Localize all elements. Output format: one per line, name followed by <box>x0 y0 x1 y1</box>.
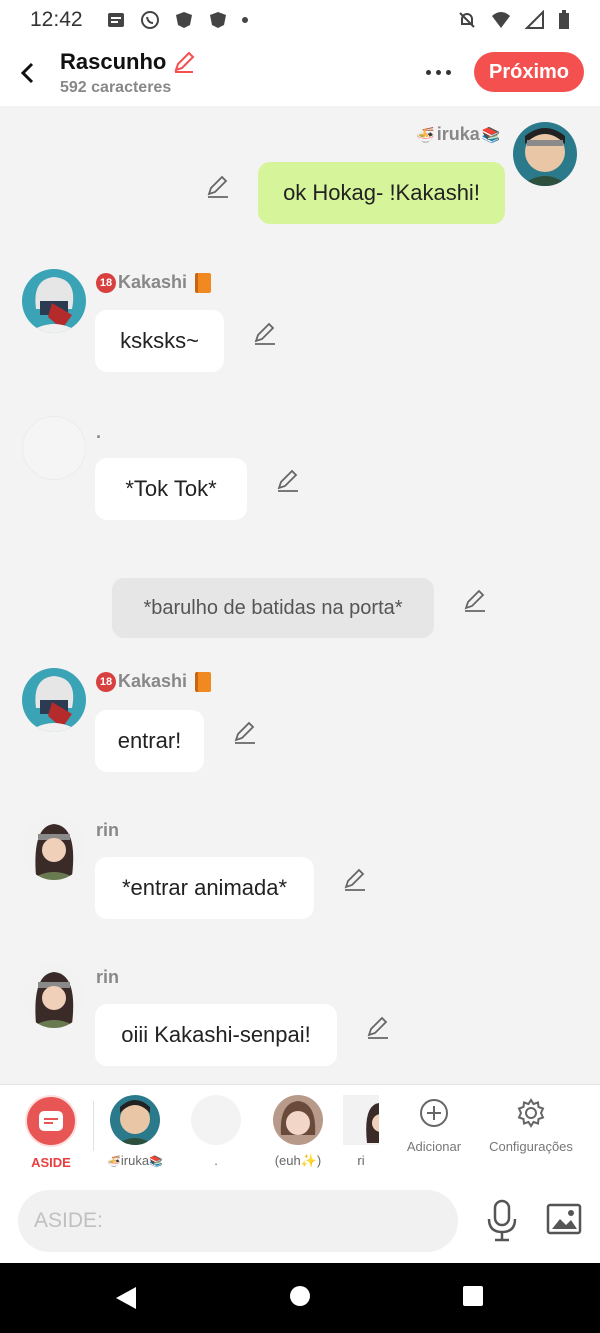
status-bar: 12:42 <box>0 0 600 40</box>
books-emoji-icon: 📚 <box>149 1156 163 1168</box>
sender-name: . <box>96 422 102 442</box>
orange-book-icon <box>195 671 212 692</box>
divider <box>93 1101 94 1151</box>
sender-name: 18 Kakashi <box>96 272 212 293</box>
status-time: 12:42 <box>30 8 83 31</box>
wifi-icon <box>492 12 510 28</box>
settings-label: Configurações <box>489 1139 573 1154</box>
edit-message-icon[interactable] <box>275 468 301 494</box>
whatsapp-icon <box>140 11 159 29</box>
character-count: 592 caracteres <box>60 79 172 96</box>
character-dot[interactable]: . <box>183 1095 249 1168</box>
add-label: Adicionar <box>406 1139 462 1154</box>
avatar-iruka[interactable] <box>513 122 577 186</box>
next-button[interactable]: Próximo <box>474 52 584 92</box>
avatar-blank[interactable] <box>22 416 86 480</box>
dot-icon <box>241 17 248 23</box>
narration-bubble[interactable]: *barulho de batidas na porta* <box>112 578 434 638</box>
sender-name: rin <box>96 967 120 987</box>
ramen-emoji-icon: 🍜 <box>416 126 435 144</box>
nav-home-icon[interactable] <box>289 1285 311 1307</box>
pencil-icon[interactable] <box>172 50 196 74</box>
character-iruka[interactable]: 🍜iruka📚 <box>102 1095 168 1168</box>
sender-name: 🍜 iruka 📚 <box>416 124 501 144</box>
message-bubble[interactable]: ksksks~ <box>95 310 224 372</box>
avatar-rin[interactable] <box>22 964 86 1028</box>
message-bubble[interactable]: *Tok Tok* <box>95 458 247 520</box>
app-header: Rascunho 592 caracteres Próximo <box>0 40 600 106</box>
nav-back-icon[interactable] <box>114 1285 138 1311</box>
signal-icon <box>524 10 544 29</box>
orange-book-icon <box>195 272 212 293</box>
avatar-kakashi[interactable] <box>22 269 86 333</box>
mute-bell-icon <box>459 12 475 28</box>
more-options-button[interactable] <box>418 58 458 86</box>
character-selector-bar: ASIDE 🍜iruka📚 . (euh✨) ri Adicionar Conf… <box>0 1084 600 1179</box>
aside-label: ASIDE <box>31 1155 71 1170</box>
vpn-shield-icon-2 <box>209 12 226 28</box>
edit-message-icon[interactable] <box>342 867 368 893</box>
edit-message-icon[interactable] <box>252 321 278 347</box>
input-bar <box>0 1179 600 1263</box>
character-name: . <box>214 1153 218 1168</box>
message-bubble[interactable]: ok Hokag- !Kakashi! <box>258 162 505 224</box>
message-input[interactable] <box>18 1190 458 1252</box>
books-emoji-icon: 📚 <box>481 126 501 144</box>
sender-name: rin <box>96 820 120 840</box>
age-18-badge-icon: 18 <box>96 671 116 692</box>
edit-message-icon[interactable] <box>205 174 231 200</box>
sender-name: 18 Kakashi <box>96 671 212 692</box>
plus-circle-icon <box>420 1099 448 1127</box>
back-button[interactable] <box>6 51 50 95</box>
age-18-badge-icon: 18 <box>96 272 116 293</box>
character-name: (euh✨) <box>274 1153 322 1168</box>
chat-area[interactable]: 🍜 iruka 📚 ok Hokag- !Kakashi! 18 Kakashi ks… <box>0 106 600 1084</box>
edit-message-icon[interactable] <box>232 720 258 746</box>
character-name: iruka <box>120 1153 150 1168</box>
microphone-icon[interactable] <box>484 1199 520 1243</box>
aside-icon <box>25 1095 77 1147</box>
aside-selector[interactable]: ASIDE <box>18 1095 84 1170</box>
character-euh[interactable]: (euh✨) <box>265 1095 331 1169</box>
system-navigation-bar <box>0 1263 600 1333</box>
gear-icon <box>517 1098 545 1128</box>
avatar-rin[interactable] <box>22 816 86 880</box>
nav-recents-icon[interactable] <box>462 1285 484 1307</box>
avatar-kakashi[interactable] <box>22 668 86 732</box>
chevron-left-icon <box>20 62 34 84</box>
add-character-button[interactable]: Adicionar <box>404 1097 464 1154</box>
character-rin[interactable]: ri <box>343 1095 379 1168</box>
message-bubble[interactable]: entrar! <box>95 710 204 772</box>
message-bubble[interactable]: oiii Kakashi-senpai! <box>95 1004 337 1066</box>
battery-icon <box>559 10 569 29</box>
message-notification-icon <box>107 13 124 27</box>
edit-message-icon[interactable] <box>462 588 488 614</box>
vpn-shield-icon <box>175 12 192 28</box>
ramen-emoji-icon: 🍜 <box>107 1156 121 1168</box>
page-title: Rascunho <box>60 49 167 74</box>
image-icon[interactable] <box>546 1201 582 1237</box>
settings-button[interactable]: Configurações <box>486 1097 576 1154</box>
edit-message-icon[interactable] <box>365 1015 391 1041</box>
message-bubble[interactable]: *entrar animada* <box>95 857 314 919</box>
character-name: ri <box>357 1153 365 1168</box>
